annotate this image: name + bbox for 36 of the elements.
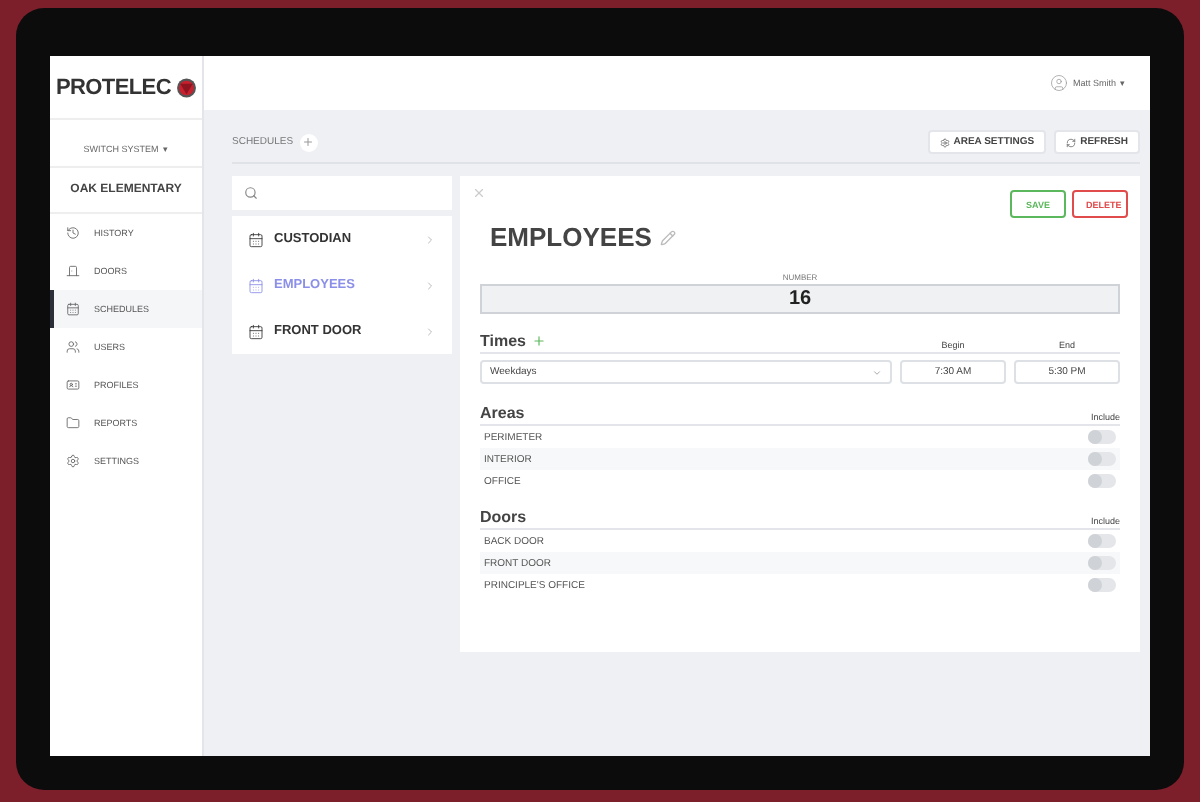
toggle-switch[interactable]: [1088, 474, 1116, 488]
calendar-icon: [66, 302, 80, 316]
chevron-icon: [424, 233, 436, 245]
users-icon: [66, 340, 80, 354]
calendar-icon: [248, 231, 264, 247]
calendar-icon: [248, 277, 264, 293]
section-heading: Doors: [480, 508, 527, 526]
toggle-switch[interactable]: [1088, 556, 1116, 570]
pencil-icon[interactable]: [659, 229, 676, 245]
refresh-icon: [1066, 137, 1077, 147]
section-heading: Areas: [480, 404, 525, 422]
settings-icon: [939, 137, 950, 147]
search-icon: [244, 186, 258, 200]
chevron-icon: [424, 279, 436, 291]
section-heading: Times: [480, 332, 526, 350]
plus-icon: [302, 136, 315, 148]
add-icon[interactable]: [531, 334, 546, 348]
toggle-switch[interactable]: [1088, 430, 1116, 444]
add-button[interactable]: [299, 133, 318, 151]
chevron-icon: [424, 325, 436, 337]
history-icon: [66, 226, 80, 240]
close-icon[interactable]: [472, 186, 486, 200]
calendar-icon: [248, 323, 264, 339]
number-field[interactable]: 16: [480, 284, 1120, 314]
chevron-icon: [872, 367, 882, 377]
id-card-icon: [66, 378, 80, 392]
avatar-icon: [1050, 74, 1069, 92]
door-icon: [66, 264, 80, 278]
schedule-title: EMPLOYEES: [490, 222, 652, 252]
toggle-switch[interactable]: [1088, 452, 1116, 466]
search-field[interactable]: [232, 176, 452, 210]
settings-icon: [66, 454, 80, 468]
toggle-switch[interactable]: [1088, 578, 1116, 592]
folder-icon: [66, 416, 80, 430]
brand-name: PROTELEC: [56, 75, 171, 99]
toggle-switch[interactable]: [1088, 534, 1116, 548]
